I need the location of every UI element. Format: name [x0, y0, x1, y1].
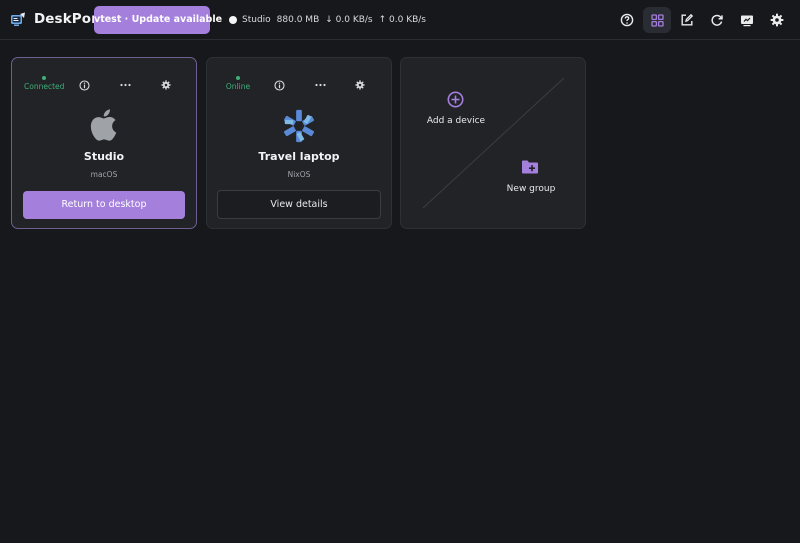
- nixos-logo-icon: [284, 109, 314, 143]
- add-card: Add a device New group: [400, 57, 586, 229]
- online-dot-icon: [236, 76, 240, 80]
- more-options-button[interactable]: [313, 78, 327, 92]
- status-upload-rate: ↑ 0.0 KB/s: [378, 15, 426, 25]
- device-state: Online: [225, 82, 251, 91]
- device-settings-button[interactable]: [159, 78, 173, 92]
- info-icon: [273, 79, 285, 91]
- grid-view-button[interactable]: [643, 7, 671, 33]
- device-state: Connected: [24, 82, 65, 91]
- connection-status: Studio 880.0 MB ↓ 0.0 KB/s ↑ 0.0 KB/s: [229, 14, 426, 26]
- new-group-label: New group: [506, 184, 556, 194]
- refresh-button[interactable]: [703, 7, 731, 33]
- refresh-icon: [711, 14, 723, 26]
- more-horizontal-icon: [314, 83, 326, 87]
- status-dot-icon: [229, 16, 237, 24]
- update-available-button[interactable]: vtest · Update available: [94, 6, 222, 34]
- connected-dot-icon: [42, 76, 46, 80]
- edit-icon: [681, 13, 694, 26]
- more-options-button[interactable]: [118, 78, 132, 92]
- device-os: NixOS: [287, 170, 311, 179]
- folder-plus-icon: [522, 160, 538, 174]
- device-name: Studio: [83, 150, 125, 163]
- status-memory: 880.0 MB: [276, 15, 320, 25]
- info-button[interactable]: [77, 78, 91, 92]
- screen-share-button[interactable]: [733, 7, 761, 33]
- info-icon: [78, 79, 90, 91]
- status-download-rate: ↓ 0.0 KB/s: [325, 15, 373, 25]
- return-to-desktop-button[interactable]: Return to desktop: [23, 191, 185, 219]
- apple-logo-icon: [90, 109, 117, 141]
- deskport-logo-icon: [11, 12, 25, 26]
- grid-icon: [650, 13, 664, 27]
- gear-icon: [161, 80, 171, 90]
- new-group-button[interactable]: New group: [501, 159, 561, 199]
- device-card-travel-laptop[interactable]: Online Travel laptop NixOS View details: [206, 57, 392, 229]
- settings-gear-icon: [770, 13, 784, 27]
- add-device-label: Add a device: [426, 116, 486, 126]
- help-circle-icon: [620, 13, 634, 27]
- help-button[interactable]: [613, 7, 641, 33]
- divider-diagonal: [422, 77, 565, 209]
- edit-button[interactable]: [673, 7, 701, 33]
- screen-share-icon: [741, 15, 753, 27]
- info-button[interactable]: [272, 78, 286, 92]
- add-device-button[interactable]: Add a device: [423, 91, 487, 131]
- device-settings-button[interactable]: [353, 78, 367, 92]
- more-horizontal-icon: [119, 83, 131, 87]
- gear-icon: [355, 80, 365, 90]
- settings-button[interactable]: [763, 7, 791, 33]
- device-card-studio[interactable]: Connected Studio macOS Return to desktop: [11, 57, 197, 229]
- device-os: macOS: [90, 170, 118, 179]
- top-bar: DeskPort vtest · Update available Studio…: [0, 0, 800, 40]
- view-details-button[interactable]: View details: [217, 190, 381, 219]
- status-device-name: Studio: [242, 15, 271, 25]
- plus-circle-icon: [447, 91, 464, 108]
- device-name: Travel laptop: [258, 150, 340, 163]
